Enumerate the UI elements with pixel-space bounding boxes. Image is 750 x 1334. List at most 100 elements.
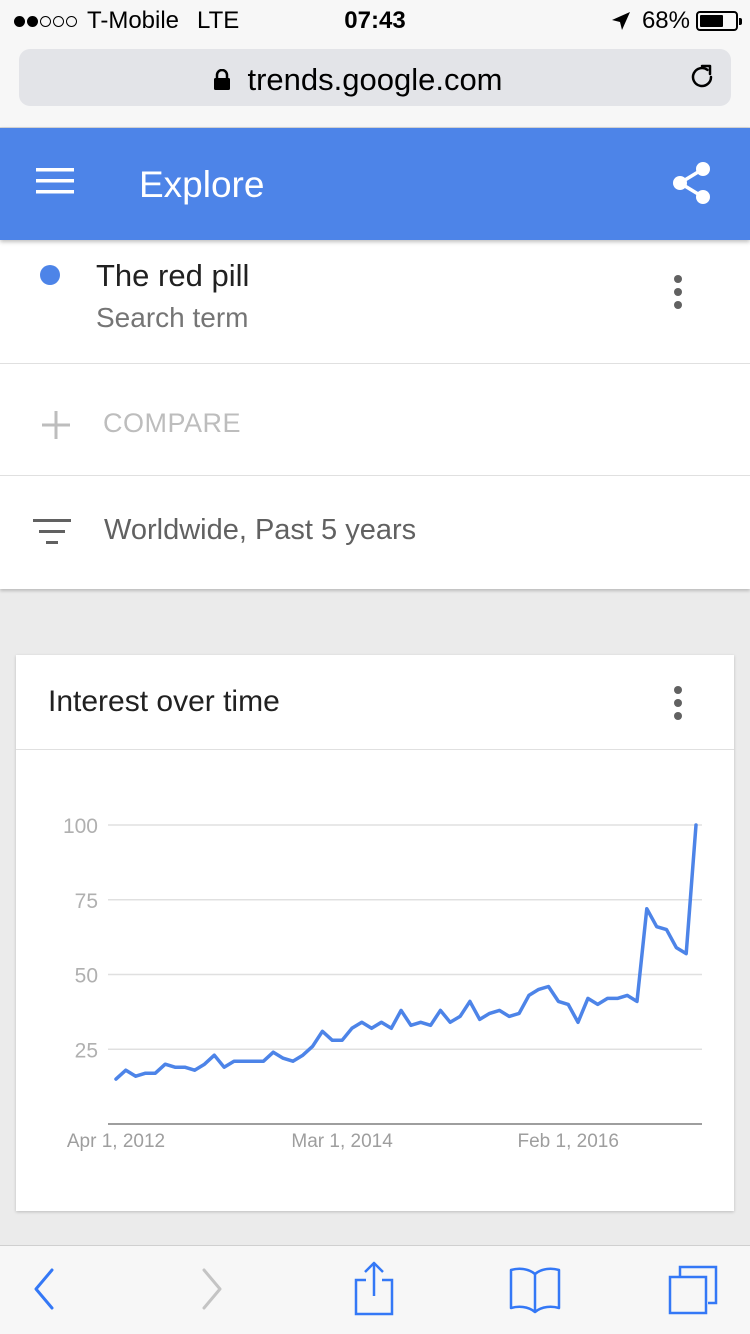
filter-row[interactable]: Worldwide, Past 5 years [0, 476, 750, 589]
data-point [399, 1008, 403, 1012]
y-tick-label: 100 [63, 815, 98, 838]
data-point [596, 1002, 600, 1006]
bookmarks-icon[interactable] [508, 1264, 562, 1314]
data-point [586, 996, 590, 1000]
battery-percent: 68% [641, 7, 690, 34]
data-point [488, 1011, 492, 1015]
data-point [183, 1065, 187, 1069]
data-point [419, 1020, 423, 1024]
data-point [143, 1071, 147, 1075]
data-point [537, 987, 541, 991]
data-point [360, 1020, 364, 1024]
plus-icon [42, 411, 70, 439]
data-point [202, 1062, 206, 1066]
data-point [153, 1071, 157, 1075]
data-point [517, 1011, 521, 1015]
data-point [252, 1059, 256, 1063]
data-point [694, 823, 698, 827]
share-sheet-icon[interactable] [352, 1260, 396, 1316]
x-tick-label: Feb 1, 2016 [517, 1131, 618, 1152]
search-terms-panel: The red pill Search term COMPARE Worldwi… [0, 240, 750, 589]
battery-icon [696, 11, 742, 31]
term-color-dot [40, 265, 60, 285]
data-point [124, 1068, 128, 1072]
search-term-name: The red pill [96, 258, 250, 293]
interest-over-time-card: Interest over time 100 75 50 25 Apr 1, 2012 M… [16, 655, 734, 1211]
data-point [606, 996, 610, 1000]
location-arrow-icon [611, 12, 630, 30]
compare-label: COMPARE [103, 408, 242, 438]
data-point [478, 1017, 482, 1021]
data-point [291, 1059, 295, 1063]
page-title: Explore [139, 164, 265, 205]
filter-label: Worldwide, Past 5 years [104, 514, 417, 546]
data-point [645, 907, 649, 911]
browser-toolbar [0, 1245, 750, 1334]
data-point [566, 1002, 570, 1006]
forward-icon[interactable] [198, 1264, 226, 1314]
url-text: trends.google.com [247, 62, 503, 97]
data-point [311, 1044, 315, 1048]
data-point [173, 1065, 177, 1069]
back-icon[interactable] [30, 1264, 58, 1314]
interest-line-chart: 100 75 50 25 Apr 1, 2012 Mar 1, 2014 Feb 1, 20… [63, 815, 702, 1152]
reload-icon[interactable] [687, 62, 717, 92]
battery-fill [700, 15, 724, 27]
data-point [379, 1020, 383, 1024]
data-point [556, 999, 560, 1003]
app-bar: Explore [0, 128, 750, 240]
data-point [340, 1038, 344, 1042]
data-point [547, 984, 551, 988]
more-vert-icon[interactable] [672, 275, 684, 314]
share-icon[interactable] [672, 161, 712, 205]
data-point [615, 996, 619, 1000]
data-point [163, 1062, 167, 1066]
data-point [448, 1020, 452, 1024]
series-line [114, 823, 698, 1081]
data-point [271, 1050, 275, 1054]
data-point [468, 999, 472, 1003]
data-point [320, 1029, 324, 1033]
data-point [625, 993, 629, 997]
data-point [212, 1053, 216, 1057]
status-right: 68% [610, 7, 742, 35]
data-point [507, 1014, 511, 1018]
data-point [350, 1026, 354, 1030]
data-point [370, 1026, 374, 1030]
data-point [134, 1074, 138, 1078]
data-point [330, 1038, 334, 1042]
data-point [193, 1068, 197, 1072]
address-bar[interactable]: trends.google.com [19, 49, 731, 106]
filter-list-icon [33, 519, 71, 544]
data-point [655, 925, 659, 929]
data-point [409, 1023, 413, 1027]
y-tick-label: 25 [75, 1039, 98, 1062]
menu-icon[interactable] [36, 167, 74, 195]
data-point [684, 952, 688, 956]
compare-button[interactable]: COMPARE [0, 364, 750, 476]
data-point [674, 946, 678, 950]
x-tick-label: Apr 1, 2012 [67, 1131, 165, 1152]
data-point [232, 1059, 236, 1063]
data-point [389, 1026, 393, 1030]
data-point [429, 1023, 433, 1027]
tabs-icon[interactable] [666, 1264, 720, 1316]
data-point [497, 1008, 501, 1012]
data-point [527, 993, 531, 997]
data-point [458, 1014, 462, 1018]
data-point [281, 1056, 285, 1060]
status-bar: T-Mobile LTE 07:43 68% [0, 0, 750, 42]
data-point [665, 928, 669, 932]
data-point [301, 1053, 305, 1057]
data-point [438, 1008, 442, 1012]
browser-address-area: trends.google.com [0, 42, 750, 128]
data-point [114, 1077, 118, 1081]
data-point [635, 999, 639, 1003]
data-point [242, 1059, 246, 1063]
data-point [261, 1059, 265, 1063]
search-term-row[interactable]: The red pill Search term [0, 240, 750, 364]
x-tick-label: Mar 1, 2014 [291, 1131, 393, 1152]
search-term-type: Search term [96, 302, 249, 333]
y-tick-label: 50 [75, 965, 98, 988]
data-point [576, 1020, 580, 1024]
